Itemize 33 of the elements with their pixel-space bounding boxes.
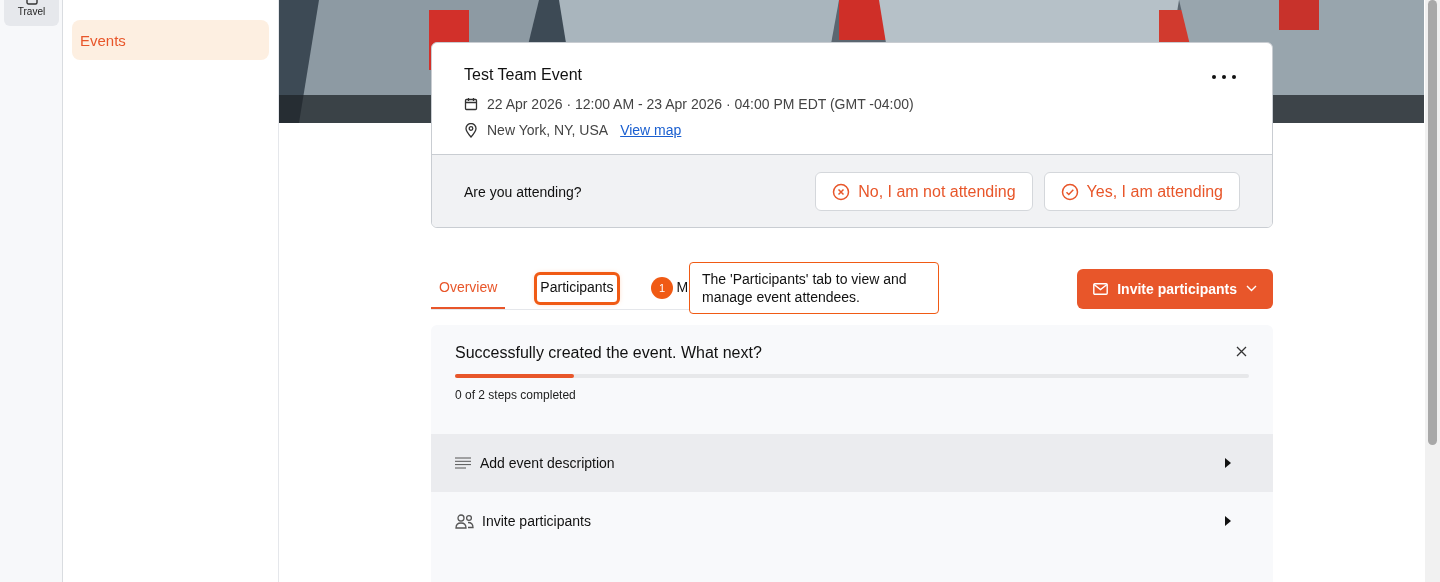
event-location: New York, NY, USA: [487, 122, 609, 138]
step-label: Add event description: [480, 455, 616, 471]
checklist-step[interactable]: Invite participants: [431, 492, 1273, 550]
chevron-down-icon: [1246, 285, 1257, 292]
step-label: Invite participants: [482, 513, 592, 529]
location-pin-icon: [464, 122, 478, 138]
view-map-link[interactable]: View map: [620, 122, 682, 138]
invite-participants-button[interactable]: Invite participants: [1077, 268, 1273, 309]
caret-icon: [1225, 516, 1231, 526]
progress-text: 0 of 2 steps completed: [455, 388, 577, 402]
check-circle-icon: [1060, 182, 1079, 201]
accept-button[interactable]: Yes, I am attending: [1043, 172, 1240, 211]
scrollbar-thumb[interactable]: [1428, 0, 1437, 445]
rail-item[interactable]: Travel: [4, 0, 59, 26]
checklist-step[interactable]: Add event description: [431, 434, 1273, 492]
suitcase-icon: [25, 0, 38, 6]
tab[interactable]: Participants: [537, 274, 617, 302]
checklist-title: Successfully created the event. What next?: [455, 343, 762, 362]
calendar-icon: [464, 97, 478, 111]
more-icon: [1212, 75, 1236, 79]
caret-icon: [1225, 458, 1231, 468]
decline-button[interactable]: No, I am not attending: [815, 172, 1033, 211]
people-icon: [455, 513, 474, 529]
tab[interactable]: Overview: [431, 267, 506, 309]
step-number-badge: 1: [651, 276, 673, 299]
text-lines-icon: [455, 457, 472, 469]
tooltip: The 'Participants' tab to view and manage event attendees.: [689, 261, 939, 314]
attendance-question: Are you attending?: [464, 183, 582, 200]
sidebar-item[interactable]: Events: [72, 20, 269, 60]
event-date: 22 Apr 2026 · 12:00 AM - 23 Apr 2026 · 04:00 PM EDT (GMT -04:00): [487, 96, 914, 112]
x-circle-icon: [832, 182, 851, 201]
envelope-icon: [1093, 282, 1109, 295]
event-title: Test Team Event: [464, 65, 582, 84]
